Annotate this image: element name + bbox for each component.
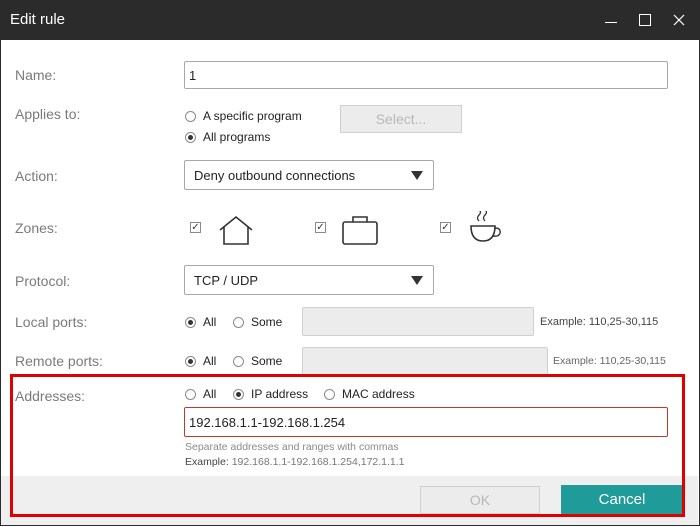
cancel-button[interactable]: Cancel — [561, 485, 683, 514]
local-ports-all-radio[interactable]: All — [185, 315, 216, 329]
radio-specific-program[interactable]: A specific program — [185, 109, 302, 123]
home-icon — [219, 215, 253, 245]
dropdown-arrow-icon — [411, 276, 423, 285]
radio-indicator — [185, 316, 196, 328]
action-dropdown[interactable]: Deny outbound connections — [184, 160, 434, 190]
radio-indicator — [233, 316, 244, 328]
local-ports-label: Local ports: — [15, 314, 88, 330]
maximize-icon — [639, 14, 651, 26]
protocol-dropdown[interactable]: TCP / UDP — [184, 265, 434, 295]
zone-public-checkbox[interactable]: ✓ — [440, 222, 451, 233]
dropdown-arrow-icon — [411, 171, 423, 180]
radio-indicator — [185, 388, 196, 400]
zone-home-checkbox[interactable]: ✓ — [190, 222, 201, 233]
close-icon — [673, 14, 685, 26]
name-label: Name: — [15, 67, 57, 83]
zone-work-checkbox[interactable]: ✓ — [315, 222, 326, 233]
addresses-ip-radio[interactable]: IP address — [233, 387, 308, 401]
remote-ports-label: Remote ports: — [15, 353, 103, 369]
addresses-all-radio[interactable]: All — [185, 387, 216, 401]
protocol-label: Protocol: — [15, 273, 71, 289]
briefcase-icon — [342, 216, 378, 245]
radio-indicator — [233, 355, 244, 367]
addresses-input[interactable] — [184, 407, 668, 437]
local-ports-some-radio[interactable]: Some — [233, 315, 282, 329]
select-program-button[interactable]: Select... — [340, 105, 462, 133]
radio-indicator — [185, 131, 196, 143]
ok-button[interactable]: OK — [420, 486, 540, 514]
close-button[interactable] — [666, 8, 692, 32]
radio-all-programs[interactable]: All programs — [185, 130, 270, 144]
remote-ports-some-radio[interactable]: Some — [233, 354, 282, 368]
radio-indicator — [185, 110, 196, 122]
addresses-label: Addresses: — [15, 388, 86, 404]
zones-label: Zones: — [15, 220, 58, 236]
title-bar: Edit rule — [0, 0, 700, 40]
remote-ports-all-radio[interactable]: All — [185, 354, 216, 368]
local-ports-example: Example: 110,25-30,115 — [540, 316, 659, 328]
addresses-example: Example: 192.168.1.1-192.168.1.254,172.1… — [185, 456, 405, 468]
radio-indicator — [185, 355, 196, 367]
minimize-icon — [605, 21, 617, 23]
radio-indicator — [324, 388, 335, 400]
remote-ports-input[interactable] — [302, 347, 548, 375]
window-title: Edit rule — [10, 11, 66, 28]
name-input[interactable] — [184, 61, 668, 89]
applies-to-label: Applies to: — [15, 106, 81, 122]
minimize-button[interactable] — [598, 8, 624, 32]
radio-indicator — [233, 388, 244, 400]
action-label: Action: — [15, 168, 58, 184]
coffee-icon — [470, 211, 501, 242]
addresses-mac-radio[interactable]: MAC address — [324, 387, 415, 401]
maximize-button[interactable] — [632, 8, 658, 32]
local-ports-input[interactable] — [302, 307, 534, 336]
addresses-hint: Separate addresses and ranges with comma… — [185, 441, 399, 453]
remote-ports-example: Example: 110,25-30,115 — [553, 355, 666, 367]
